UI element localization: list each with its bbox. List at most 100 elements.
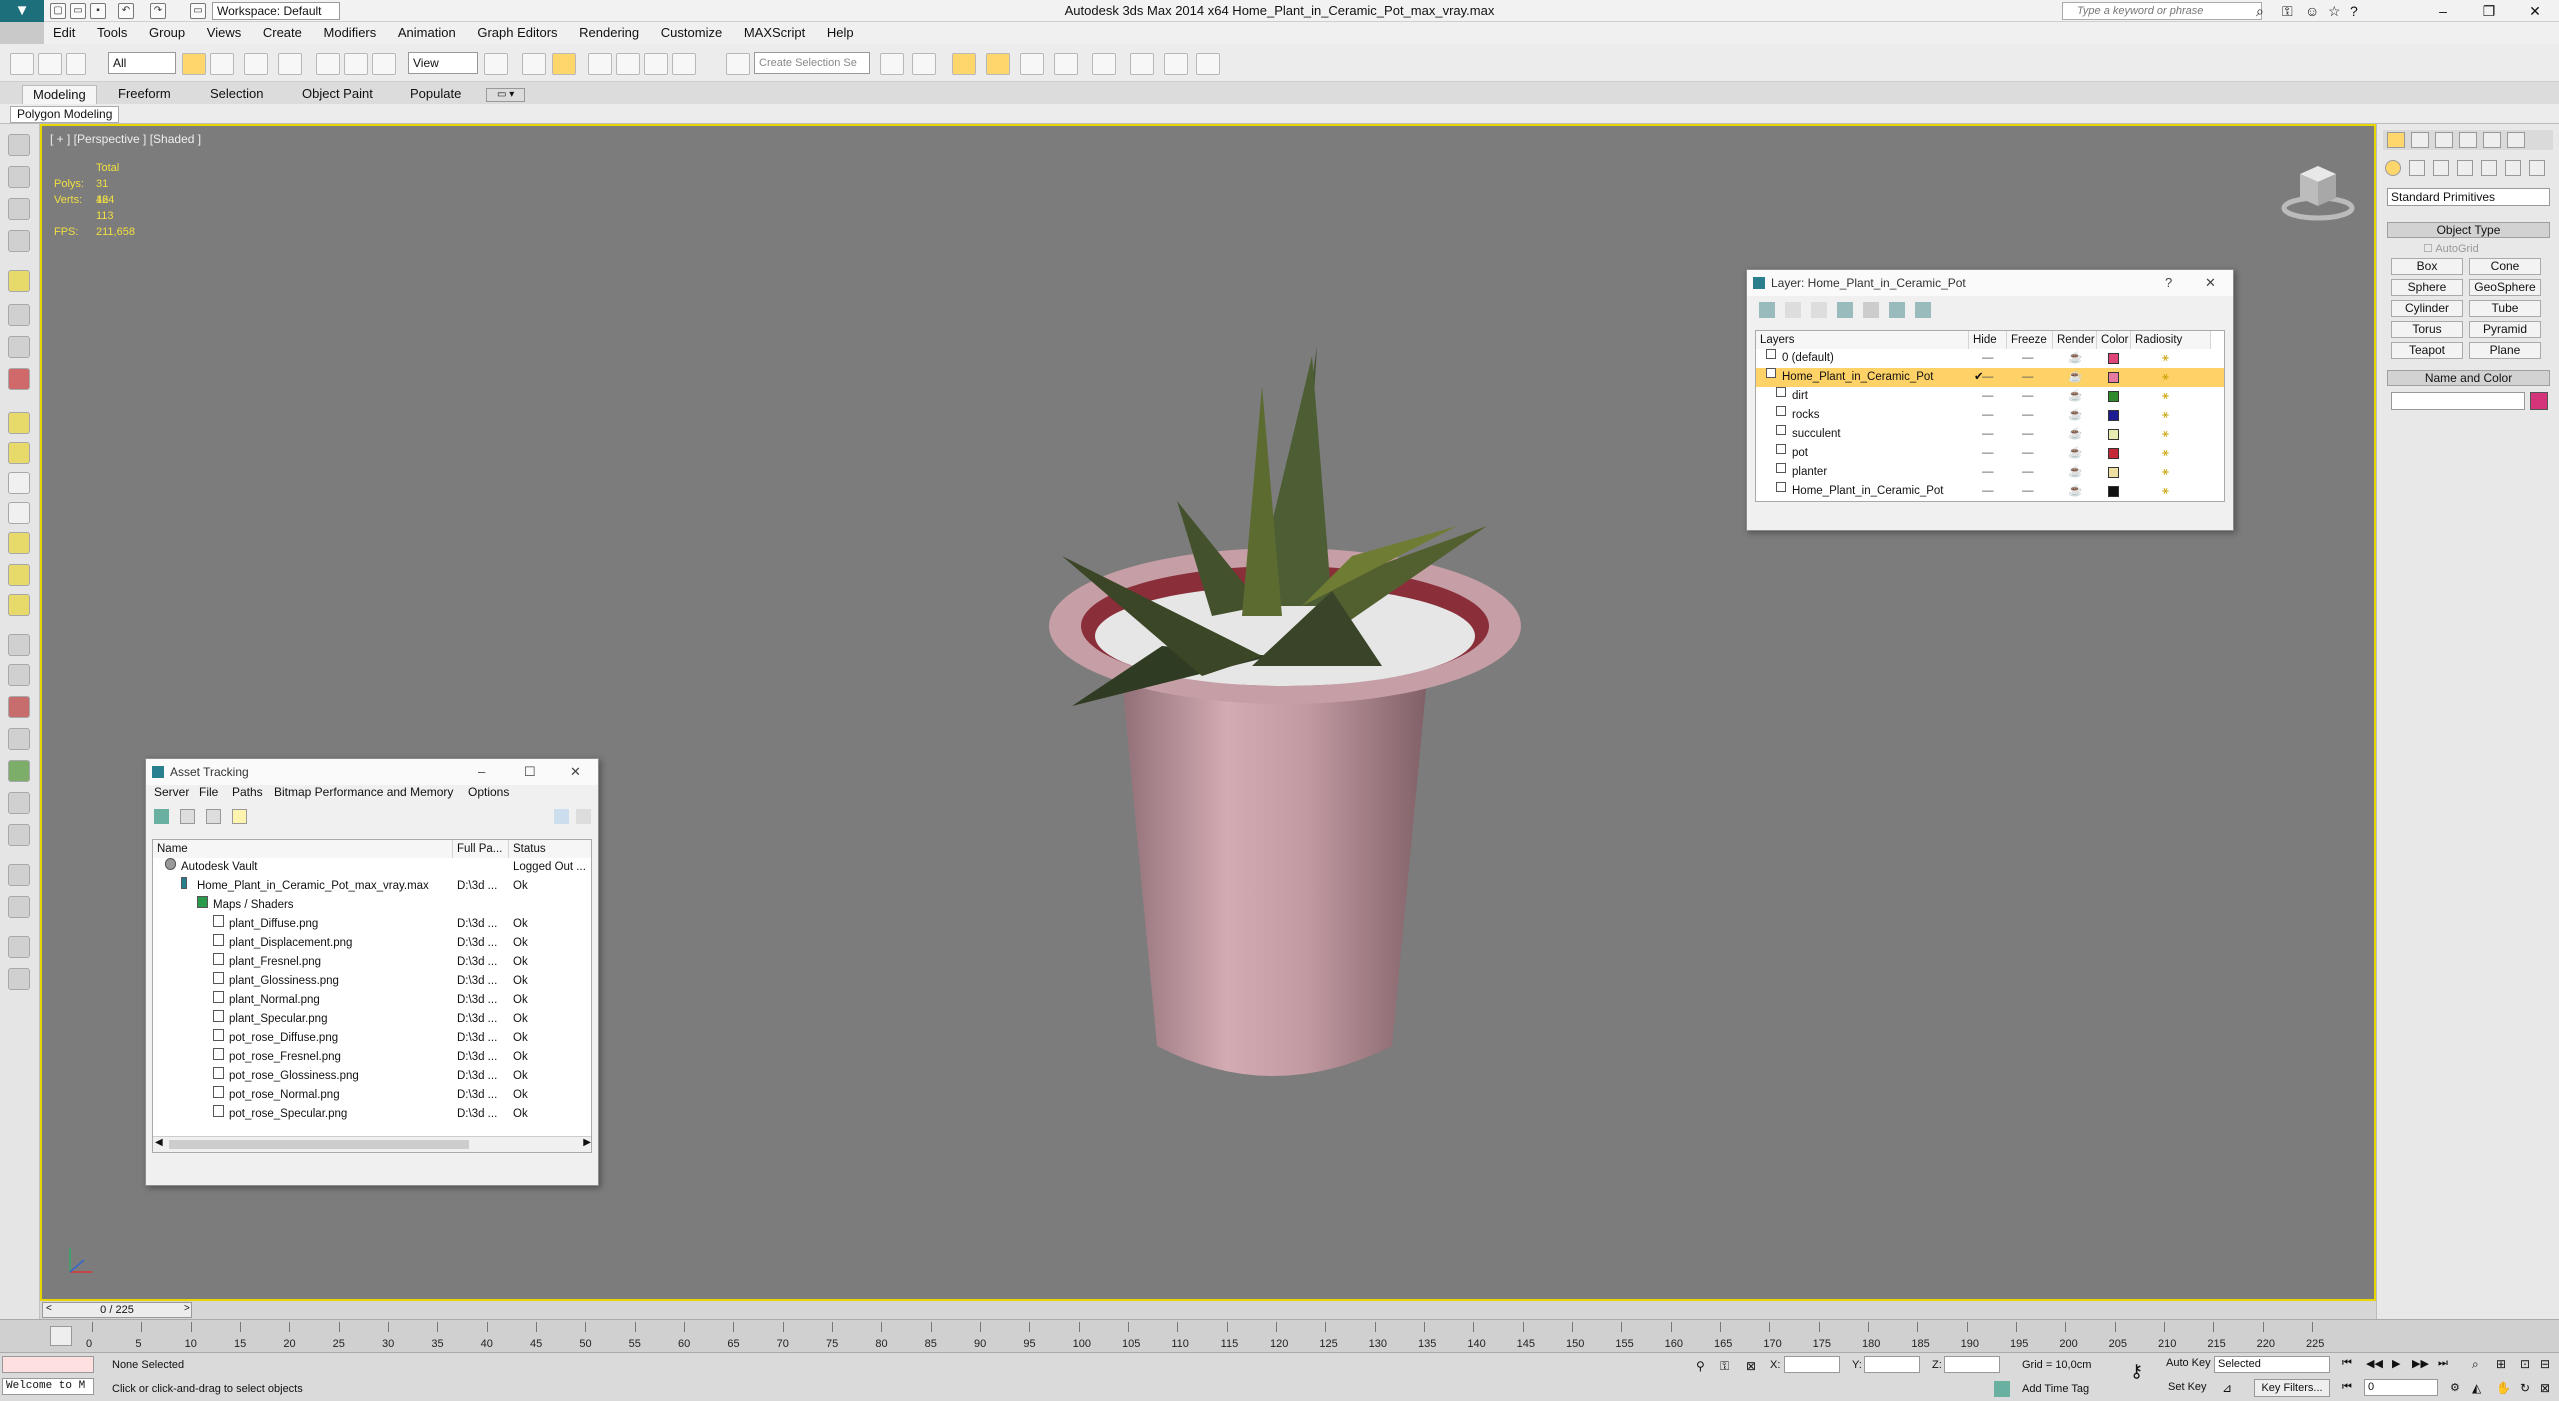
particles-icon[interactable] xyxy=(8,696,30,718)
helper-icon[interactable] xyxy=(8,336,30,358)
layer-radiosity-toggle[interactable]: ⚹ xyxy=(2162,425,2169,444)
name-and-color-rollout[interactable]: Name and Color xyxy=(2387,370,2550,386)
layer-radiosity-toggle[interactable]: ⚹ xyxy=(2162,482,2169,501)
sphere-icon[interactable] xyxy=(8,472,30,494)
layer-radiosity-toggle[interactable]: ⚹ xyxy=(2162,349,2169,368)
torus-button[interactable]: Torus xyxy=(2391,321,2463,338)
menu-customize[interactable]: Customize xyxy=(652,22,731,44)
time-slider[interactable]: 0 / 225 < > xyxy=(40,1301,2376,1319)
asset-maximize-button[interactable]: ☐ xyxy=(524,759,536,785)
key-selection-dropdown[interactable]: Selected xyxy=(2214,1356,2330,1373)
script-icon[interactable] xyxy=(8,896,30,918)
layer-freeze-toggle[interactable]: — xyxy=(2022,463,2034,482)
layer-list[interactable]: Layers Hide Freeze Render Color Radiosit… xyxy=(1755,330,2225,502)
y-coord-input[interactable] xyxy=(1864,1356,1920,1373)
layer-row[interactable]: planter — — ☕ ⚹ xyxy=(1756,463,2224,482)
maximize-viewport-icon[interactable]: ⊠ xyxy=(2540,1381,2550,1395)
welcome-text[interactable]: Welcome to M xyxy=(2,1378,94,1395)
asset-menu-options[interactable]: Options xyxy=(468,785,509,799)
tab-object-paint[interactable]: Object Paint xyxy=(292,85,383,103)
spinner-snap-icon[interactable] xyxy=(672,53,696,75)
utilities-tab-icon[interactable] xyxy=(2507,132,2525,148)
help-icon[interactable]: ? xyxy=(2350,3,2358,19)
col-render[interactable]: Render xyxy=(2053,331,2097,349)
bone-chain-icon[interactable] xyxy=(8,664,30,686)
track-bar[interactable]: 0 5 10 15 20 25 30 35 40 45 50 55 60 65 70 75 80 85 90 95 10… xyxy=(0,1319,2559,1352)
omni-light-icon[interactable] xyxy=(8,594,30,616)
layer-color-swatch[interactable] xyxy=(2108,353,2119,364)
rotate-icon[interactable] xyxy=(344,53,368,75)
asset-row[interactable]: pot_rose_Normal.png D:\3d ... Ok xyxy=(153,1086,591,1105)
cone-button[interactable]: Cone xyxy=(2469,258,2541,275)
teapot-icon[interactable] xyxy=(8,442,30,464)
geosphere-button[interactable]: GeoSphere xyxy=(2469,279,2541,296)
col-layers[interactable]: Layers xyxy=(1756,331,1969,349)
slider-next-icon[interactable]: > xyxy=(184,1303,190,1314)
percent-snap-icon[interactable] xyxy=(644,53,668,75)
layer-radiosity-toggle[interactable]: ⚹ xyxy=(2162,368,2169,387)
freeze-all-icon[interactable] xyxy=(1915,302,1931,318)
menu-graph-editors[interactable]: Graph Editors xyxy=(468,22,566,44)
absolute-mode-icon[interactable]: ⊠ xyxy=(1746,1359,1756,1373)
mirror-icon[interactable] xyxy=(880,53,904,75)
infocenter-icon[interactable]: ⚿ xyxy=(2282,3,2293,20)
scroll-right-icon[interactable]: ▶ xyxy=(583,1137,591,1148)
layer-hide-toggle[interactable]: — xyxy=(1982,463,1994,482)
layer-row[interactable]: pot — — ☕ ⚹ xyxy=(1756,444,2224,463)
highlight-layer-icon[interactable] xyxy=(1863,302,1879,318)
layer-window-titlebar[interactable]: Layer: Home_Plant_in_Ceramic_Pot ? ✕ xyxy=(1747,270,2233,296)
asset-row[interactable]: pot_rose_Fresnel.png D:\3d ... Ok xyxy=(153,1048,591,1067)
snaps-toggle-icon[interactable] xyxy=(588,53,612,75)
bones-icon[interactable] xyxy=(8,634,30,656)
keyboard-shortcut-override-icon[interactable] xyxy=(552,53,576,75)
asset-row[interactable]: plant_Fresnel.png D:\3d ... Ok xyxy=(153,953,591,972)
zoom-extents-icon[interactable]: ⊡ xyxy=(2520,1357,2530,1371)
asset-menu-bitmap[interactable]: Bitmap Performance and Memory xyxy=(274,785,453,799)
layer-render-toggle[interactable]: ☕ xyxy=(2068,425,2082,444)
asset-row[interactable]: plant_Glossiness.png D:\3d ... Ok xyxy=(153,972,591,991)
asset-help-icon[interactable] xyxy=(576,809,591,824)
plane-button[interactable]: Plane xyxy=(2469,342,2541,359)
layer-render-toggle[interactable]: ☕ xyxy=(2068,349,2082,368)
layer-hide-toggle[interactable]: — xyxy=(1982,349,1994,368)
layer-help-button[interactable]: ? xyxy=(2165,270,2172,296)
rendered-frame-window-icon[interactable] xyxy=(1196,53,1220,75)
select-objects-icon[interactable] xyxy=(1837,302,1853,318)
select-manipulate-icon[interactable] xyxy=(522,53,546,75)
hierarchy-tab-icon[interactable] xyxy=(2435,132,2453,148)
align-icon[interactable] xyxy=(912,53,936,75)
asset-row[interactable]: plant_Normal.png D:\3d ... Ok xyxy=(153,991,591,1010)
menu-edit[interactable]: Edit xyxy=(44,22,84,44)
asset-row[interactable]: Autodesk Vault Logged Out ... xyxy=(153,858,591,877)
polygon-modeling-panel[interactable]: Polygon Modeling xyxy=(10,106,120,123)
create-layer-icon[interactable] xyxy=(1759,302,1775,318)
tab-freeform[interactable]: Freeform xyxy=(108,85,181,103)
col-color[interactable]: Color xyxy=(2097,331,2131,349)
layer-color-swatch[interactable] xyxy=(2108,372,2119,383)
layer-radiosity-toggle[interactable]: ⚹ xyxy=(2162,463,2169,482)
key-mode-icon[interactable]: ⊿ xyxy=(2222,1381,2232,1395)
render-icon[interactable] xyxy=(8,936,30,958)
asset-menu-file[interactable]: File xyxy=(199,785,218,799)
spotlight-icon[interactable] xyxy=(8,564,30,586)
layer-radiosity-toggle[interactable]: ⚹ xyxy=(2162,387,2169,406)
col-status[interactable]: Status xyxy=(509,840,591,858)
sphere-button[interactable]: Sphere xyxy=(2391,279,2463,296)
menu-maxscript[interactable]: MAXScript xyxy=(735,22,814,44)
field-of-view-icon[interactable]: ◭ xyxy=(2472,1381,2481,1395)
asset-tracking-window[interactable]: Asset Tracking – ☐ ✕ Server File Paths B… xyxy=(145,758,599,1186)
favorite-star-icon[interactable]: ☆ xyxy=(2328,3,2341,20)
layer-render-toggle[interactable]: ☕ xyxy=(2068,444,2082,463)
previous-frame-icon[interactable]: ◀◀ xyxy=(2366,1357,2383,1370)
layer-hide-toggle[interactable]: — xyxy=(1982,444,1994,463)
selection-lock-icon[interactable]: ⚿ xyxy=(1720,1359,1729,1374)
layer-color-swatch[interactable] xyxy=(2108,467,2119,478)
layer-manager-window[interactable]: Layer: Home_Plant_in_Ceramic_Pot ? ✕ Lay… xyxy=(1746,269,2234,531)
box-button[interactable]: Box xyxy=(2391,258,2463,275)
play-icon[interactable]: ▶ xyxy=(2392,1357,2400,1370)
layer-freeze-toggle[interactable]: — xyxy=(2022,444,2034,463)
hierarchy-icon[interactable] xyxy=(8,368,30,390)
edit-named-selection-icon[interactable] xyxy=(726,53,750,75)
add-time-tag[interactable]: Add Time Tag xyxy=(2022,1383,2089,1395)
lights-icon[interactable] xyxy=(2433,160,2449,176)
